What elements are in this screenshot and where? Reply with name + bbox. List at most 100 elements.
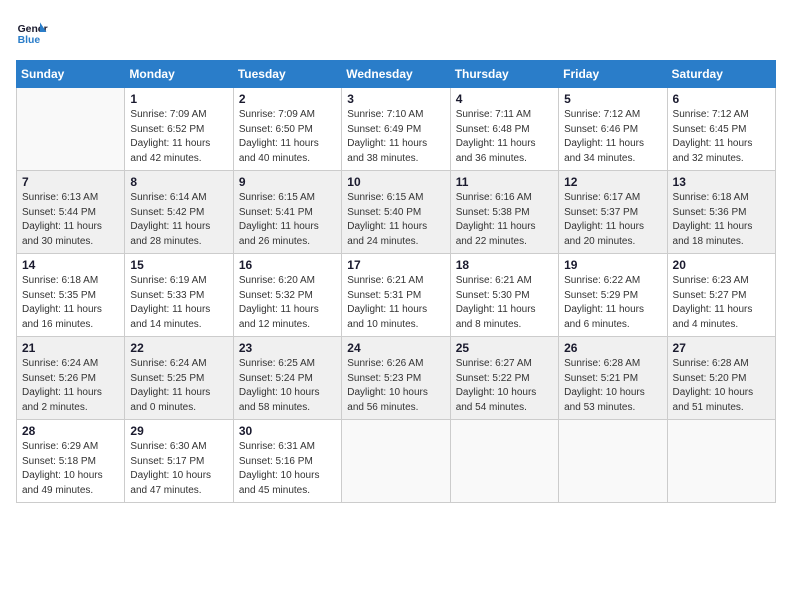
day-number: 28 [22,424,119,438]
calendar-cell: 22 Sunrise: 6:24 AMSunset: 5:25 PMDayligh… [125,337,233,420]
calendar-cell [667,420,775,503]
day-info: Sunrise: 6:18 AMSunset: 5:36 PMDaylight:… [673,191,770,249]
day-number: 14 [22,258,119,272]
day-number: 29 [130,424,227,438]
col-header-friday: Friday [559,61,667,88]
calendar-cell: 24 Sunrise: 6:26 AMSunset: 5:23 PMDayligh… [342,337,450,420]
calendar-table: SundayMondayTuesdayWednesdayThursdayFrid… [16,60,776,503]
day-number: 17 [347,258,444,272]
calendar-header-row: SundayMondayTuesdayWednesdayThursdayFrid… [17,61,776,88]
day-info: Sunrise: 7:11 AMSunset: 6:48 PMDaylight:… [456,108,553,166]
day-info: Sunrise: 6:15 AMSunset: 5:40 PMDaylight:… [347,191,444,249]
day-number: 2 [239,92,336,106]
day-info: Sunrise: 6:20 AMSunset: 5:32 PMDaylight:… [239,274,336,332]
day-number: 27 [673,341,770,355]
day-info: Sunrise: 6:13 AMSunset: 5:44 PMDaylight:… [22,191,119,249]
week-row-5: 28 Sunrise: 6:29 AMSunset: 5:18 PMDayligh… [17,420,776,503]
calendar-cell: 2 Sunrise: 7:09 AMSunset: 6:50 PMDaylight… [233,88,341,171]
day-info: Sunrise: 6:18 AMSunset: 5:35 PMDaylight:… [22,274,119,332]
day-info: Sunrise: 6:15 AMSunset: 5:41 PMDaylight:… [239,191,336,249]
day-info: Sunrise: 6:24 AMSunset: 5:25 PMDaylight:… [130,357,227,415]
calendar-cell: 12 Sunrise: 6:17 AMSunset: 5:37 PMDayligh… [559,171,667,254]
day-number: 6 [673,92,770,106]
day-number: 24 [347,341,444,355]
calendar-cell: 30 Sunrise: 6:31 AMSunset: 5:16 PMDayligh… [233,420,341,503]
day-info: Sunrise: 6:28 AMSunset: 5:21 PMDaylight:… [564,357,661,415]
day-number: 30 [239,424,336,438]
calendar-cell: 21 Sunrise: 6:24 AMSunset: 5:26 PMDayligh… [17,337,125,420]
day-number: 12 [564,175,661,189]
calendar-cell: 4 Sunrise: 7:11 AMSunset: 6:48 PMDaylight… [450,88,558,171]
day-info: Sunrise: 6:27 AMSunset: 5:22 PMDaylight:… [456,357,553,415]
day-info: Sunrise: 6:21 AMSunset: 5:30 PMDaylight:… [456,274,553,332]
calendar-cell: 11 Sunrise: 6:16 AMSunset: 5:38 PMDayligh… [450,171,558,254]
day-info: Sunrise: 6:30 AMSunset: 5:17 PMDaylight:… [130,440,227,498]
day-number: 22 [130,341,227,355]
day-number: 23 [239,341,336,355]
page-header: General Blue [16,16,776,48]
calendar-cell [559,420,667,503]
calendar-cell [342,420,450,503]
calendar-cell: 10 Sunrise: 6:15 AMSunset: 5:40 PMDayligh… [342,171,450,254]
calendar-cell: 18 Sunrise: 6:21 AMSunset: 5:30 PMDayligh… [450,254,558,337]
day-number: 19 [564,258,661,272]
day-info: Sunrise: 6:16 AMSunset: 5:38 PMDaylight:… [456,191,553,249]
day-info: Sunrise: 6:17 AMSunset: 5:37 PMDaylight:… [564,191,661,249]
col-header-tuesday: Tuesday [233,61,341,88]
day-info: Sunrise: 6:28 AMSunset: 5:20 PMDaylight:… [673,357,770,415]
day-info: Sunrise: 7:12 AMSunset: 6:45 PMDaylight:… [673,108,770,166]
calendar-cell [450,420,558,503]
day-number: 21 [22,341,119,355]
day-number: 25 [456,341,553,355]
day-info: Sunrise: 7:09 AMSunset: 6:50 PMDaylight:… [239,108,336,166]
day-info: Sunrise: 7:10 AMSunset: 6:49 PMDaylight:… [347,108,444,166]
calendar-cell: 26 Sunrise: 6:28 AMSunset: 5:21 PMDayligh… [559,337,667,420]
calendar-cell: 16Sunrise: 6:20 AMSunset: 5:32 PMDayligh… [233,254,341,337]
day-number: 5 [564,92,661,106]
calendar-cell [17,88,125,171]
day-number: 4 [456,92,553,106]
calendar-cell: 17 Sunrise: 6:21 AMSunset: 5:31 PMDayligh… [342,254,450,337]
calendar-cell: 20 Sunrise: 6:23 AMSunset: 5:27 PMDayligh… [667,254,775,337]
calendar-cell: 14 Sunrise: 6:18 AMSunset: 5:35 PMDayligh… [17,254,125,337]
calendar-cell: 9 Sunrise: 6:15 AMSunset: 5:41 PMDaylight… [233,171,341,254]
calendar-cell: 13 Sunrise: 6:18 AMSunset: 5:36 PMDayligh… [667,171,775,254]
day-number: 8 [130,175,227,189]
calendar-cell: 1 Sunrise: 7:09 AMSunset: 6:52 PMDaylight… [125,88,233,171]
day-info: Sunrise: 6:24 AMSunset: 5:26 PMDaylight:… [22,357,119,415]
logo: General Blue [16,16,52,48]
day-info: Sunrise: 6:26 AMSunset: 5:23 PMDaylight:… [347,357,444,415]
day-number: 7 [22,175,119,189]
calendar-cell: 27 Sunrise: 6:28 AMSunset: 5:20 PMDayligh… [667,337,775,420]
day-number: 13 [673,175,770,189]
calendar-cell: 5Sunrise: 7:12 AMSunset: 6:46 PMDaylight… [559,88,667,171]
calendar-cell: 8Sunrise: 6:14 AMSunset: 5:42 PMDaylight… [125,171,233,254]
day-number: 20 [673,258,770,272]
col-header-thursday: Thursday [450,61,558,88]
day-info: Sunrise: 7:09 AMSunset: 6:52 PMDaylight:… [130,108,227,166]
calendar-cell: 6 Sunrise: 7:12 AMSunset: 6:45 PMDaylight… [667,88,775,171]
calendar-cell: 29 Sunrise: 6:30 AMSunset: 5:17 PMDayligh… [125,420,233,503]
week-row-3: 14 Sunrise: 6:18 AMSunset: 5:35 PMDayligh… [17,254,776,337]
day-info: Sunrise: 6:21 AMSunset: 5:31 PMDaylight:… [347,274,444,332]
calendar-cell: 28 Sunrise: 6:29 AMSunset: 5:18 PMDayligh… [17,420,125,503]
day-number: 9 [239,175,336,189]
day-number: 10 [347,175,444,189]
calendar-cell: 25 Sunrise: 6:27 AMSunset: 5:22 PMDayligh… [450,337,558,420]
day-number: 15 [130,258,227,272]
week-row-1: 1 Sunrise: 7:09 AMSunset: 6:52 PMDaylight… [17,88,776,171]
day-info: Sunrise: 6:29 AMSunset: 5:18 PMDaylight:… [22,440,119,498]
col-header-monday: Monday [125,61,233,88]
day-number: 1 [130,92,227,106]
col-header-sunday: Sunday [17,61,125,88]
calendar-cell: 3 Sunrise: 7:10 AMSunset: 6:49 PMDaylight… [342,88,450,171]
day-number: 3 [347,92,444,106]
day-number: 18 [456,258,553,272]
day-number: 11 [456,175,553,189]
svg-text:Blue: Blue [18,35,41,46]
day-info: Sunrise: 6:23 AMSunset: 5:27 PMDaylight:… [673,274,770,332]
calendar-cell: 23Sunrise: 6:25 AMSunset: 5:24 PMDayligh… [233,337,341,420]
day-number: 26 [564,341,661,355]
day-info: Sunrise: 6:31 AMSunset: 5:16 PMDaylight:… [239,440,336,498]
calendar-cell: 19Sunrise: 6:22 AMSunset: 5:29 PMDayligh… [559,254,667,337]
